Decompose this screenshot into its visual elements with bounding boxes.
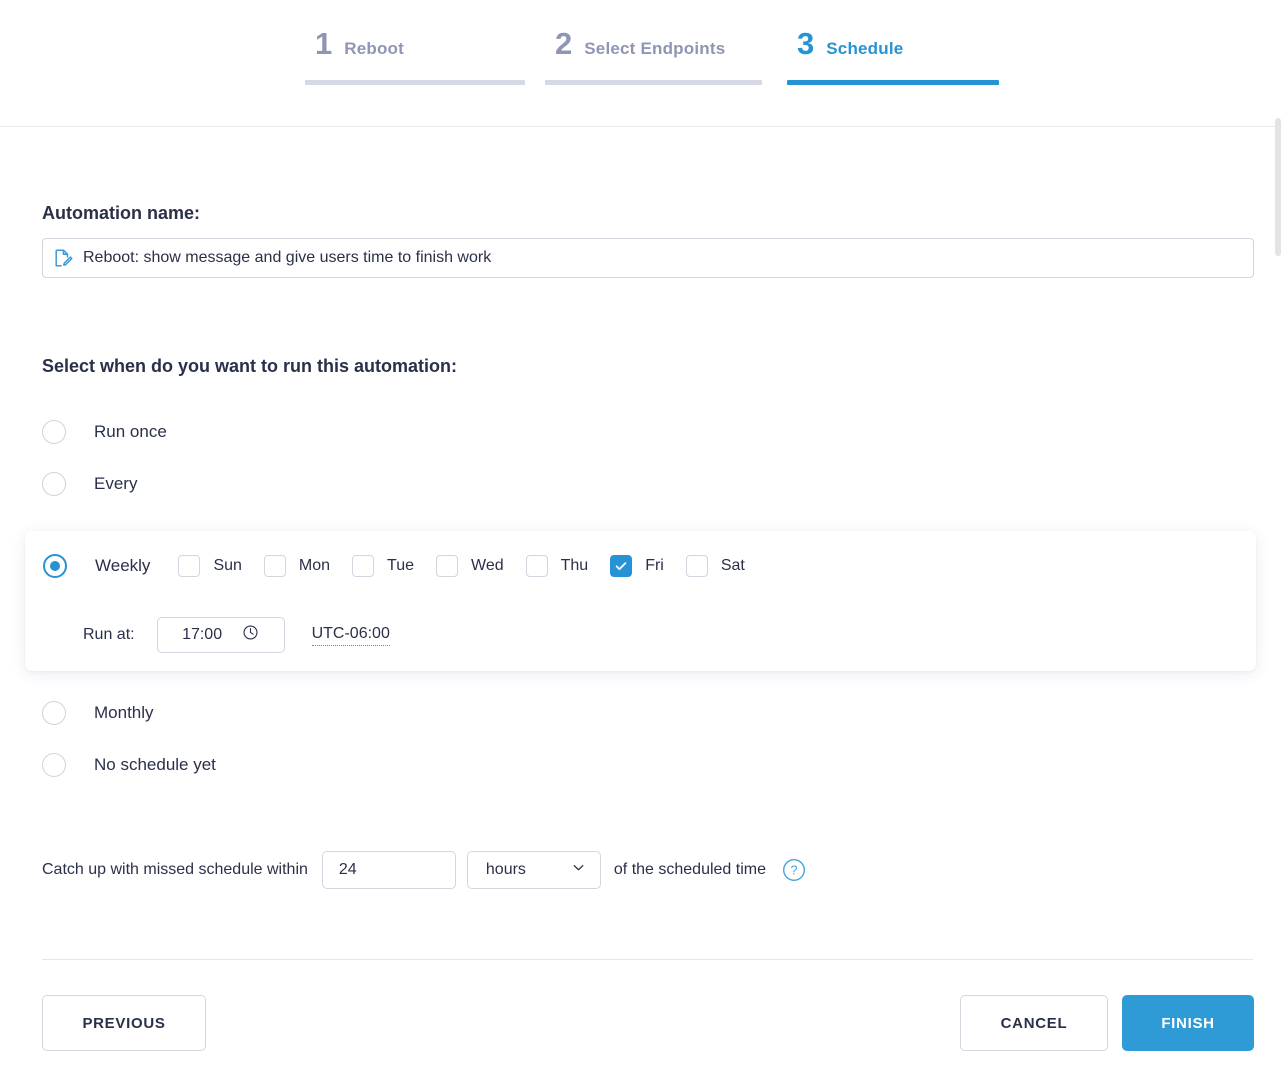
schedule-section-title: Select when do you want to run this auto… (42, 356, 458, 376)
previous-button[interactable]: PREVIOUS (42, 995, 206, 1051)
day-checkbox-fri[interactable]: Fri (610, 555, 664, 577)
day-label-thu: Thu (560, 557, 589, 574)
document-edit-icon (53, 248, 73, 268)
svg-text:?: ? (791, 864, 798, 878)
run-at-time-value: 17:00 (182, 626, 223, 643)
finish-button[interactable]: FINISH (1122, 995, 1254, 1051)
radio-run-once-icon[interactable] (42, 420, 66, 444)
day-label-fri: Fri (645, 557, 664, 574)
day-label-wed: Wed (471, 557, 504, 574)
checkbox-fri-box[interactable] (610, 555, 633, 577)
radio-option-every[interactable]: Every (42, 472, 137, 496)
catchup-value-input[interactable]: 24 (321, 851, 456, 889)
scrollbar-track[interactable] (1274, 118, 1282, 1068)
weekly-option-card[interactable]: Weekly Sun Mon Tue Wed Thu Fri Sat Run a… (25, 531, 1256, 671)
day-label-sat: Sat (720, 557, 745, 574)
question-mark-icon[interactable]: ? (782, 858, 806, 882)
automation-name-input[interactable]: Reboot: show message and give users time… (42, 238, 1254, 278)
step-3-number: 3 (797, 26, 815, 61)
catchup-row: Catch up with missed schedule within 24 … (42, 851, 806, 889)
step-2-progress-bar (545, 80, 762, 85)
radio-every-label: Every (94, 474, 138, 493)
schedule-wizard-page: 1 Reboot 2 Select Endpoints 3 Schedule A… (0, 0, 1282, 1068)
radio-monthly-label: Monthly (94, 703, 154, 722)
radio-every-icon[interactable] (42, 472, 66, 496)
radio-weekly-label: Weekly (95, 556, 151, 575)
checkbox-mon-box[interactable] (263, 555, 286, 577)
step-1-label: Reboot (344, 39, 404, 58)
footer-divider (42, 959, 1253, 960)
checkbox-wed-box[interactable] (436, 555, 459, 577)
radio-monthly-icon[interactable] (42, 701, 66, 725)
wizard-stepper: 1 Reboot 2 Select Endpoints 3 Schedule (0, 0, 1282, 127)
step-2-select-endpoints[interactable]: 2 Select Endpoints (545, 28, 767, 85)
chevron-down-icon (571, 860, 586, 880)
run-at-label: Run at: (83, 626, 135, 643)
step-1-number: 1 (315, 26, 333, 61)
day-checkbox-thu[interactable]: Thu (525, 555, 589, 577)
catchup-unit-value: hours (485, 861, 526, 878)
catchup-text-after: of the scheduled time (613, 861, 766, 878)
catchup-text-before: Catch up with missed schedule within (42, 861, 308, 878)
step-2-number: 2 (555, 26, 573, 61)
radio-option-no-schedule[interactable]: No schedule yet (42, 753, 216, 777)
step-2-label: Select Endpoints (584, 39, 726, 58)
run-at-row: Run at: 17:00 UTC-06:00 (83, 617, 390, 653)
step-1-progress-bar (305, 80, 525, 85)
checkbox-thu-box[interactable] (525, 555, 548, 577)
automation-name-label: Automation name: (42, 203, 201, 223)
day-checkbox-wed[interactable]: Wed (436, 555, 504, 577)
step-3-progress-bar (787, 80, 999, 85)
radio-run-once-label: Run once (94, 422, 167, 441)
checkbox-sat-box[interactable] (685, 555, 708, 577)
step-3-label: Schedule (826, 39, 904, 58)
timezone-value[interactable]: UTC-06:00 (311, 625, 390, 646)
radio-no-schedule-label: No schedule yet (94, 755, 216, 774)
catchup-unit-select[interactable]: hours (466, 851, 601, 889)
run-at-time-input[interactable]: 17:00 (156, 617, 285, 653)
cancel-button[interactable]: CANCEL (960, 995, 1108, 1051)
day-checkbox-mon[interactable]: Mon (263, 555, 331, 577)
clock-icon[interactable] (242, 624, 259, 646)
radio-option-run-once[interactable]: Run once (42, 420, 167, 444)
radio-weekly-icon[interactable] (43, 554, 67, 578)
day-checkbox-sat[interactable]: Sat (685, 555, 745, 577)
scrollbar-thumb[interactable] (1275, 118, 1281, 256)
day-label-sun: Sun (213, 557, 242, 574)
radio-no-schedule-icon[interactable] (42, 753, 66, 777)
checkbox-sun-box[interactable] (178, 555, 201, 577)
checkbox-tue-box[interactable] (352, 555, 375, 577)
radio-option-monthly[interactable]: Monthly (42, 701, 154, 725)
day-label-mon: Mon (298, 557, 331, 574)
day-checkbox-tue[interactable]: Tue (352, 555, 414, 577)
step-3-schedule[interactable]: 3 Schedule (787, 28, 999, 85)
step-1-reboot[interactable]: 1 Reboot (305, 28, 525, 85)
weekly-days-row: Weekly Sun Mon Tue Wed Thu Fri Sat (43, 554, 767, 578)
day-label-tue: Tue (387, 557, 415, 574)
automation-name-value: Reboot: show message and give users time… (83, 249, 492, 266)
day-checkbox-sun[interactable]: Sun (178, 555, 242, 577)
